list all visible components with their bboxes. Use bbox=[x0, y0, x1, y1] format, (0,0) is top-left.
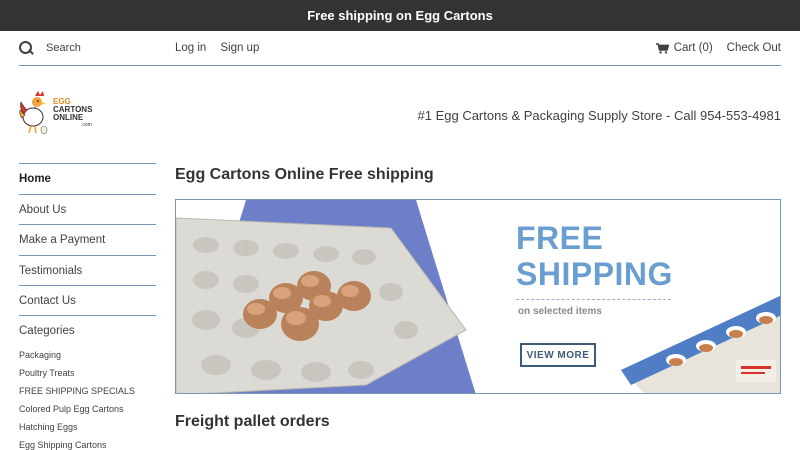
sidebar-item-testimonials[interactable]: Testimonials bbox=[19, 254, 156, 286]
login-link[interactable]: Log in bbox=[175, 42, 206, 54]
site-logo[interactable]: EGG CARTONS ONLINE .com bbox=[19, 90, 99, 140]
banner-subtitle: on selected items bbox=[518, 306, 602, 317]
sidebar-item-about-us[interactable]: About Us bbox=[19, 193, 156, 225]
sidebar-item-contact-us[interactable]: Contact Us bbox=[19, 285, 156, 316]
category-packaging[interactable]: Packaging bbox=[19, 346, 156, 364]
main-content: Egg Cartons Online Free shipping FREE SH… bbox=[175, 163, 781, 430]
category-colored-pulp-egg-cartons[interactable]: Colored Pulp Egg Cartons bbox=[19, 400, 156, 418]
announcement-bar: Free shipping on Egg Cartons bbox=[0, 0, 800, 31]
cart-label: Cart (0) bbox=[673, 42, 713, 54]
banner-headline-line2: SHIPPING bbox=[516, 256, 673, 292]
search-icon[interactable] bbox=[19, 41, 33, 55]
store-tagline: #1 Egg Cartons & Packaging Supply Store … bbox=[417, 107, 782, 123]
cart-link[interactable]: Cart (0) bbox=[655, 42, 713, 54]
search-box[interactable] bbox=[19, 41, 175, 55]
free-shipping-banner[interactable]: FREE SHIPPING on selected items VIEW MOR… bbox=[175, 199, 781, 394]
banner-divider bbox=[516, 299, 671, 300]
account-links: Log in Sign up bbox=[175, 42, 259, 54]
signup-link[interactable]: Sign up bbox=[220, 42, 259, 54]
top-bar: Log in Sign up Cart (0) Check Out bbox=[19, 31, 781, 66]
category-poultry-treats[interactable]: Poultry Treats bbox=[19, 364, 156, 382]
banner-headline-line1: FREE bbox=[516, 220, 604, 256]
categories-heading: Categories bbox=[19, 324, 75, 337]
view-more-button[interactable]: VIEW MORE bbox=[520, 343, 596, 367]
search-input[interactable] bbox=[46, 42, 146, 54]
cart-icon bbox=[655, 42, 669, 54]
checkout-link[interactable]: Check Out bbox=[727, 42, 781, 54]
site-header: EGG CARTONS ONLINE .com #1 Egg Cartons &… bbox=[19, 90, 781, 140]
page-title: Egg Cartons Online Free shipping bbox=[175, 166, 434, 183]
category-free-shipping-specials[interactable]: FREE SHIPPING SPECIALS bbox=[19, 382, 156, 400]
banner-artwork bbox=[176, 200, 780, 393]
sidebar-item-home[interactable]: Home bbox=[19, 163, 156, 194]
cart-links: Cart (0) Check Out bbox=[655, 42, 781, 54]
svg-text:ONLINE: ONLINE bbox=[53, 113, 84, 122]
sidebar-item-make-a-payment[interactable]: Make a Payment bbox=[19, 224, 156, 255]
section-title: Freight pallet orders bbox=[175, 413, 330, 430]
announcement-text: Free shipping on Egg Cartons bbox=[307, 8, 493, 23]
category-egg-shipping-cartons[interactable]: Egg Shipping Cartons bbox=[19, 436, 156, 450]
category-hatching-eggs[interactable]: Hatching Eggs bbox=[19, 418, 156, 436]
svg-text:.com: .com bbox=[81, 122, 92, 128]
sidebar-nav: Home About Us Make a Payment Testimonial… bbox=[19, 163, 156, 450]
